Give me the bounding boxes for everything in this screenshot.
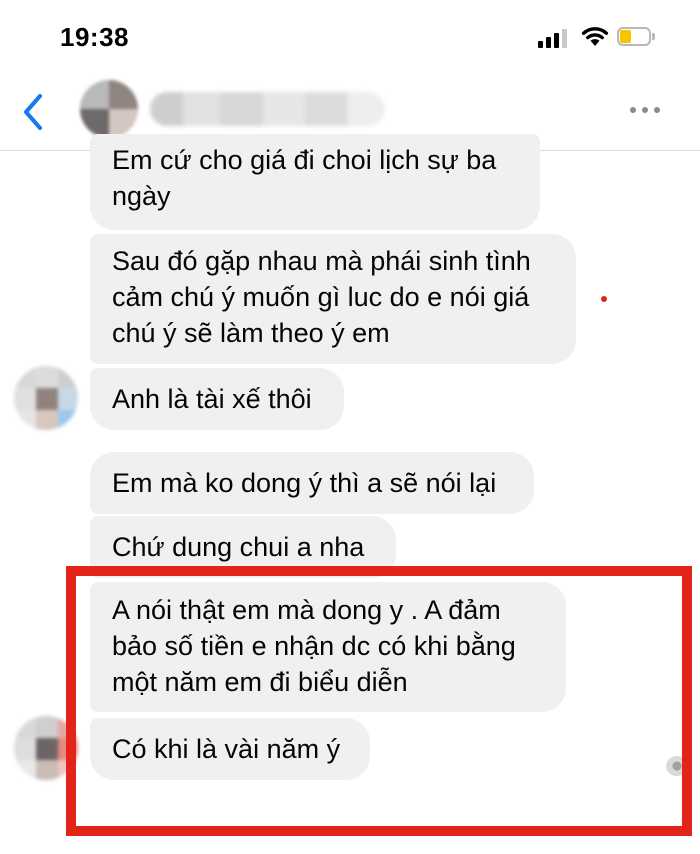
more-options-icon[interactable] xyxy=(628,104,662,116)
message-line: Anh là tài xế thôi xyxy=(112,384,312,414)
message-line: cảm chú ý muốn gì luc do e nói giá xyxy=(112,282,530,312)
message-bubble[interactable]: Em mà ko dong ý thì a sẽ nói lại xyxy=(90,452,534,514)
contact-avatar-blurred[interactable] xyxy=(14,366,78,430)
battery-icon xyxy=(617,27,657,48)
cellular-signal-icon xyxy=(538,28,568,48)
contact-name-redacted[interactable] xyxy=(150,92,385,126)
message-line: Chứ dung chui a nha xyxy=(112,532,365,562)
message-line: Sau đó gặp nhau mà phái sinh tình xyxy=(112,246,531,276)
back-chevron-icon[interactable] xyxy=(18,92,48,132)
message-line: chú ý sẽ làm theo ý em xyxy=(112,318,390,348)
message-bubble[interactable]: Em cứ cho giá đi choi lịch sự ba ngày xyxy=(90,134,540,230)
status-time: 19:38 xyxy=(60,22,129,52)
wifi-icon xyxy=(581,27,609,46)
contact-avatar-blurred[interactable] xyxy=(80,80,138,138)
message-bubble[interactable]: Sau đó gặp nhau mà phái sinh tình cảm ch… xyxy=(90,234,576,364)
unread-marker xyxy=(601,296,607,302)
message-line: ngày xyxy=(112,181,171,211)
message-line: Em cứ cho giá đi choi lịch sự ba xyxy=(112,145,497,175)
message-line: Em mà ko dong ý thì a sẽ nói lại xyxy=(112,468,497,498)
status-bar: 19:38 xyxy=(0,0,700,78)
message-bubble[interactable]: Anh là tài xế thôi xyxy=(90,368,344,430)
highlight-annotation-box xyxy=(66,566,692,836)
